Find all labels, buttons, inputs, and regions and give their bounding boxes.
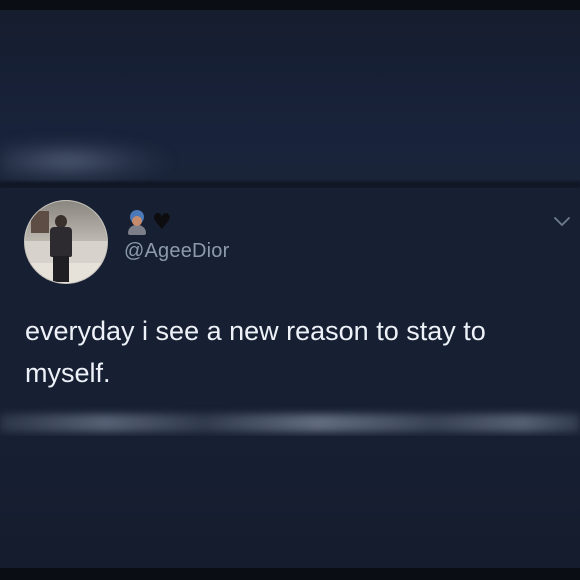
chevron-down-icon[interactable] <box>552 214 572 230</box>
screen: ♥ @AgeeDior everyday i see a new reason … <box>0 10 580 568</box>
tweet-card[interactable]: ♥ @AgeeDior everyday i see a new reason … <box>0 188 580 416</box>
blurred-text-smudge <box>0 138 170 184</box>
blurred-next-content <box>0 436 580 568</box>
avatar-storefront <box>31 211 49 233</box>
person-emoji-icon <box>126 210 148 236</box>
display-name[interactable]: ♥ <box>126 210 172 236</box>
avatar-person-body <box>50 227 72 257</box>
avatar-person-legs <box>53 256 69 282</box>
photo-frame: ♥ @AgeeDior everyday i see a new reason … <box>0 0 580 580</box>
blurred-divider <box>0 414 580 432</box>
blurred-previous-content <box>0 10 580 184</box>
emoji-face <box>132 216 142 226</box>
user-handle[interactable]: @AgeeDior <box>124 240 229 263</box>
tweet-text: everyday i see a new reason to stay to m… <box>25 316 486 388</box>
emoji-body <box>128 225 146 235</box>
black-heart-icon: ♥ <box>152 210 172 235</box>
avatar[interactable] <box>24 200 108 284</box>
